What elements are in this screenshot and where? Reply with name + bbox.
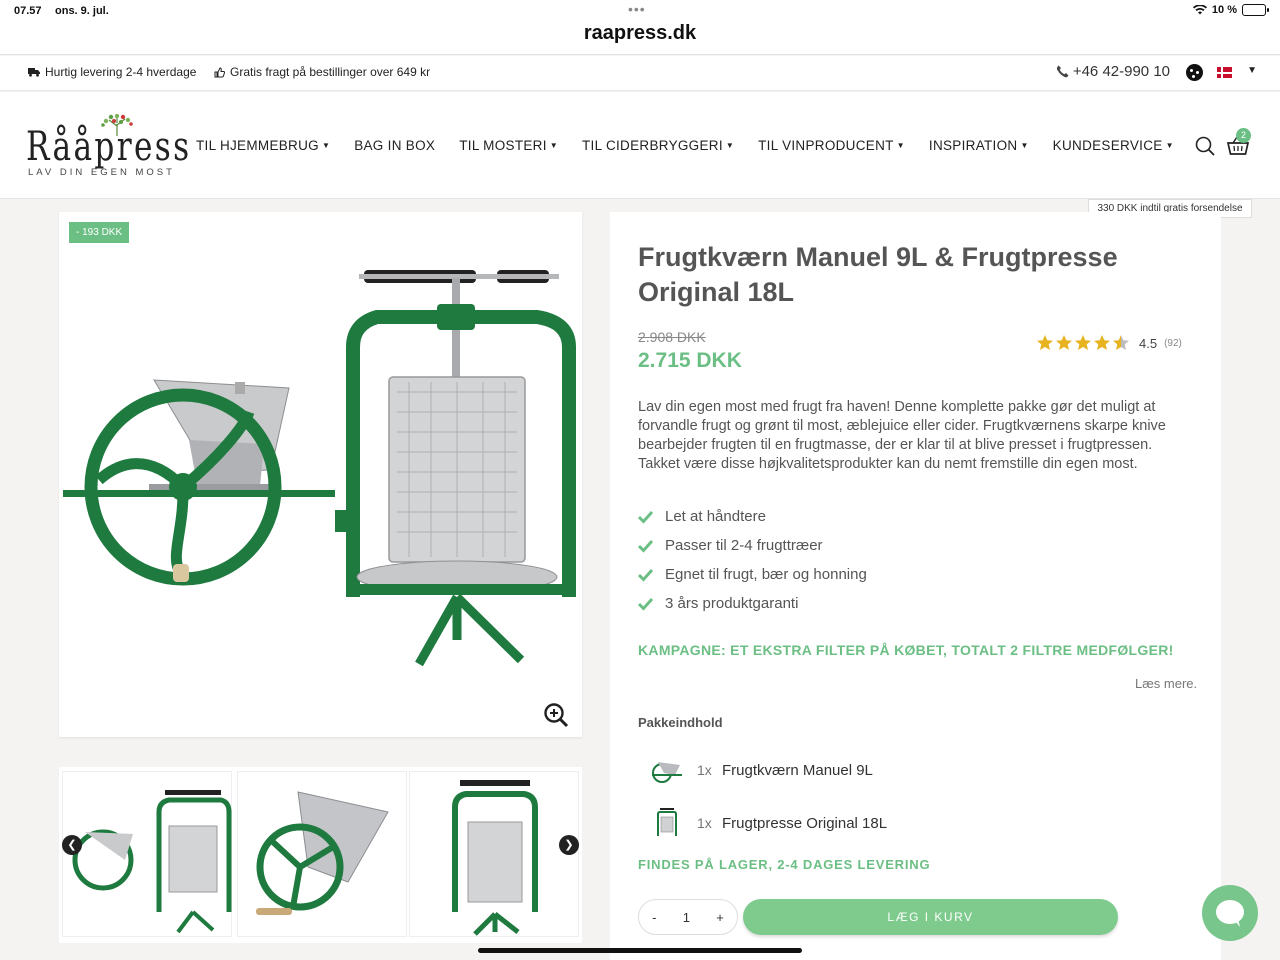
package-item[interactable]: 1x Frugtkværn Manuel 9L	[650, 753, 873, 787]
logo-text: Rååpress	[26, 124, 192, 170]
caret-down-icon: ▼	[549, 141, 558, 150]
product-main-image[interactable]: - 193 DKK	[59, 212, 582, 737]
phone-number: +46 42-990 10	[1072, 63, 1170, 80]
product-title: Frugtkværn Manuel 9L & Frugtpresse Origi…	[638, 242, 1118, 307]
press-thumbnail	[657, 808, 677, 836]
grinder-thumbnail	[652, 762, 682, 783]
caret-down-icon: ▼	[725, 141, 735, 150]
status-right: 10 %	[1192, 4, 1269, 16]
rating[interactable]: 4.5 (92)	[1036, 334, 1182, 352]
wifi-icon	[1192, 5, 1207, 15]
star-icon	[1056, 335, 1072, 350]
product-photo	[63, 270, 576, 667]
delivery-info: Hurtig levering 2-4 hverdage	[28, 65, 196, 79]
nav-item-bag-in-box[interactable]: BAG IN BOX	[354, 138, 435, 153]
current-price: 2.715 DKK	[638, 349, 742, 372]
chat-button[interactable]	[1202, 885, 1258, 941]
thumbnail-image	[72, 790, 232, 934]
main-nav: Rååpress LAV DIN EGEN MOST TIL HJEMMEBRU…	[0, 92, 1280, 199]
star-icon	[1113, 335, 1129, 350]
package-qty: 1x	[697, 762, 712, 778]
zoom-in-icon[interactable]	[543, 702, 569, 728]
campaign-text: KAMPAGNE: ET EKSTRA FILTER PÅ KØBET, TOT…	[638, 642, 1174, 658]
check-icon	[638, 539, 653, 553]
star-icon	[1037, 335, 1053, 350]
caret-down-icon: ▼	[321, 141, 331, 150]
search-icon[interactable]	[1195, 136, 1215, 156]
feature-item: Passer til 2-4 frugttræer	[638, 531, 867, 560]
rating-value: 4.5	[1139, 335, 1158, 351]
nav-item-inspiration[interactable]: INSPIRATION ▼	[929, 138, 1029, 153]
danish-flag-icon[interactable]	[1217, 67, 1232, 78]
decrease-button[interactable]: -	[652, 910, 656, 925]
old-price: 2.908 DKK	[638, 329, 706, 345]
logo[interactable]: Rååpress LAV DIN EGEN MOST	[24, 114, 189, 182]
nav-item-kundeservice[interactable]: KUNDESERVICE ▼	[1053, 138, 1174, 153]
free-shipping-text: Gratis fragt på bestillinger over 649 kr	[230, 65, 431, 79]
feature-item: 3 års produktgaranti	[638, 589, 867, 618]
thumbnail-1[interactable]	[62, 771, 232, 937]
package-name: Frugtkværn Manuel 9L	[722, 761, 873, 779]
home-indicator	[478, 948, 802, 953]
nav-menu: TIL HJEMMEBRUG ▼ BAG IN BOX TIL MOSTERI ▼ …	[196, 138, 1198, 153]
check-icon	[638, 510, 653, 524]
delivery-text: Hurtig levering 2-4 hverdage	[45, 65, 197, 79]
add-to-cart-button[interactable]: LÆG I KURV	[743, 899, 1118, 935]
quantity-value[interactable]: 1	[683, 910, 690, 925]
feature-item: Let at håndtere	[638, 502, 867, 531]
thumbnail-3[interactable]	[409, 771, 579, 937]
browser-chrome: 07.57 ons. 9. jul. ••• 10 % raapress.dk	[0, 0, 1280, 55]
info-bar: Hurtig levering 2-4 hverdage Gratis frag…	[0, 56, 1280, 91]
cart-count-badge: 2	[1236, 128, 1251, 143]
more-dots-icon[interactable]: •••	[628, 1, 646, 17]
increase-button[interactable]: +	[716, 910, 724, 925]
status-date: ons. 9. jul.	[55, 5, 109, 17]
check-icon	[638, 597, 653, 611]
package-heading: Pakkeindhold	[638, 715, 723, 730]
logo-tagline: LAV DIN EGEN MOST	[28, 167, 175, 178]
stock-status: FINDES PÅ LAGER, 2-4 DAGES LEVERING	[638, 857, 931, 872]
phone-link[interactable]: +46 42-990 10	[1056, 63, 1170, 80]
feature-item: Egnet til frugt, bær og honning	[638, 560, 867, 589]
battery-percent: 10 %	[1211, 4, 1237, 16]
carousel-next-button[interactable]: ❯	[559, 835, 579, 855]
status-time: 07.57	[14, 5, 42, 17]
quantity-stepper: - 1 +	[638, 899, 738, 935]
nav-item-hjemmebrug[interactable]: TIL HJEMMEBRUG ▼	[196, 138, 330, 153]
battery-icon	[1242, 4, 1269, 16]
cookie-icon[interactable]	[1186, 64, 1203, 81]
product-details: Frugtkværn Manuel 9L & Frugtpresse Origi…	[610, 212, 1221, 960]
chat-bubble-icon	[1216, 900, 1244, 927]
thumbnail-carousel: ❮ ❯	[59, 767, 582, 943]
url-bar[interactable]: raapress.dk	[0, 22, 1280, 45]
caret-down-icon: ▼	[1165, 141, 1174, 150]
nav-item-vinproducent[interactable]: TIL VINPRODUCENT ▼	[758, 138, 905, 153]
product-description: Lav din egen most med frugt fra haven! D…	[638, 399, 1166, 472]
carousel-prev-button[interactable]: ❮	[62, 835, 82, 855]
thumbnail-image	[452, 780, 538, 936]
caret-down-icon: ▼	[896, 141, 905, 150]
package-item[interactable]: 1x Frugtpresse Original 18L	[650, 806, 887, 840]
thumbnail-image	[256, 791, 389, 915]
check-icon	[638, 568, 653, 582]
read-more-link[interactable]: Læs mere.	[1135, 676, 1197, 691]
package-name: Frugtpresse Original 18L	[722, 814, 888, 832]
nav-item-ciderbryggeri[interactable]: TIL CIDERBRYGGERI ▼	[582, 138, 734, 153]
star-icon	[1075, 335, 1091, 350]
star-rating	[1036, 334, 1130, 352]
phone-icon	[1056, 65, 1069, 78]
package-qty: 1x	[697, 815, 712, 831]
feature-list: Let at håndtere Passer til 2-4 frugttræe…	[638, 502, 867, 618]
nav-item-mosteri[interactable]: TIL MOSTERI ▼	[459, 138, 558, 153]
thumbs-up-icon	[214, 66, 225, 77]
rating-count: (92)	[1164, 337, 1182, 349]
free-shipping-info: Gratis fragt på bestillinger over 649 kr	[214, 65, 430, 79]
thumbnail-2[interactable]	[237, 771, 407, 937]
star-icon	[1094, 335, 1110, 350]
caret-down-icon: ▼	[1020, 141, 1029, 150]
language-caret-icon[interactable]: ▼	[1247, 65, 1257, 76]
truck-icon	[28, 68, 40, 77]
